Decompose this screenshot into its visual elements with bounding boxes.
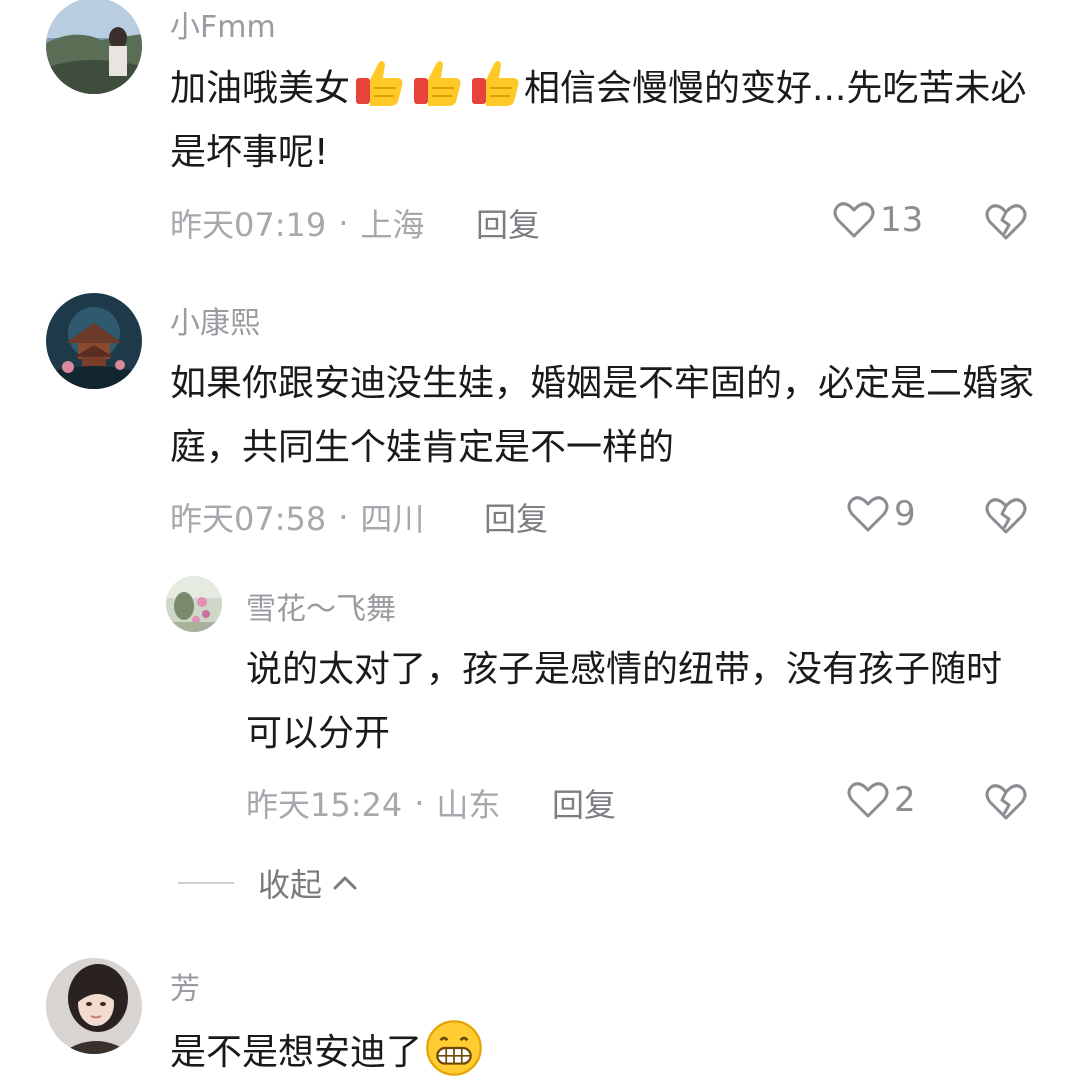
separator: · [338, 204, 349, 242]
avatar-image [46, 293, 142, 389]
comment-text: 加油哦美女 相信会慢慢的变好...先吃苦未必是坏事呢! [170, 56, 1050, 185]
location: 四川 [360, 500, 425, 538]
comment-text: 如果你跟安迪没生娃，婚姻是不牢固的，必定是二婚家庭，共同生个娃肯定是不一样的 [170, 363, 1035, 468]
comment-text-part: 是不是想安迪了 [170, 1032, 423, 1073]
avatar[interactable] [46, 958, 142, 1054]
reply-button[interactable]: 回复 [552, 780, 616, 826]
chevron-up-icon [333, 876, 357, 890]
location: 山东 [436, 786, 501, 824]
like-button[interactable]: 9 [846, 492, 916, 536]
like-count: 13 [880, 200, 924, 240]
like-button[interactable]: 2 [846, 778, 916, 822]
timestamp: 昨天15:24 [246, 786, 403, 824]
username[interactable]: 小Fmm [170, 2, 276, 46]
avatar-image [46, 0, 142, 94]
avatar[interactable] [46, 293, 142, 389]
timestamp: 昨天07:58 [170, 500, 327, 538]
username[interactable]: 小康熙 [170, 298, 260, 342]
comment-text: 说的太对了，孩子是感情的纽带，没有孩子随时可以分开 [246, 649, 1003, 754]
heart-icon [847, 496, 889, 532]
reply-button[interactable]: 回复 [476, 200, 540, 246]
heart-icon [833, 202, 875, 238]
thumbs-up-icon [472, 61, 519, 106]
like-button[interactable]: 13 [832, 198, 923, 242]
separator: · [338, 498, 349, 536]
heart-icon [847, 782, 889, 818]
grinning-face-icon [426, 1020, 482, 1076]
broken-heart-icon[interactable] [984, 780, 1028, 824]
comment-meta: 昨天15:24 · 山东 [246, 780, 500, 826]
like-count: 9 [894, 494, 916, 534]
thumbs-up-icon [356, 61, 403, 106]
avatar-image [166, 576, 222, 632]
username[interactable]: 雪花～飞舞 [246, 584, 396, 628]
thumbs-up-icon [414, 61, 461, 106]
comment-text: 是不是想安迪了 [170, 1018, 1050, 1085]
broken-heart-icon[interactable] [984, 200, 1028, 244]
location: 上海 [360, 206, 425, 244]
avatar[interactable] [46, 0, 142, 94]
comment-meta: 昨天07:58 · 四川 [170, 494, 424, 540]
username[interactable]: 芳 [170, 964, 200, 1008]
avatar-image [46, 958, 142, 1054]
collapse-replies-button[interactable]: 收起 [178, 860, 360, 906]
comment-text-part: 加油哦美女 [170, 68, 351, 109]
comment-meta: 昨天07:19 · 上海 [170, 200, 424, 246]
broken-heart-icon[interactable] [984, 494, 1028, 538]
avatar[interactable] [166, 576, 222, 632]
collapse-label: 收起 [258, 866, 323, 904]
like-count: 2 [894, 780, 916, 820]
divider [178, 882, 234, 884]
reply-button[interactable]: 回复 [484, 494, 548, 540]
timestamp: 昨天07:19 [170, 206, 327, 244]
separator: · [414, 784, 425, 822]
